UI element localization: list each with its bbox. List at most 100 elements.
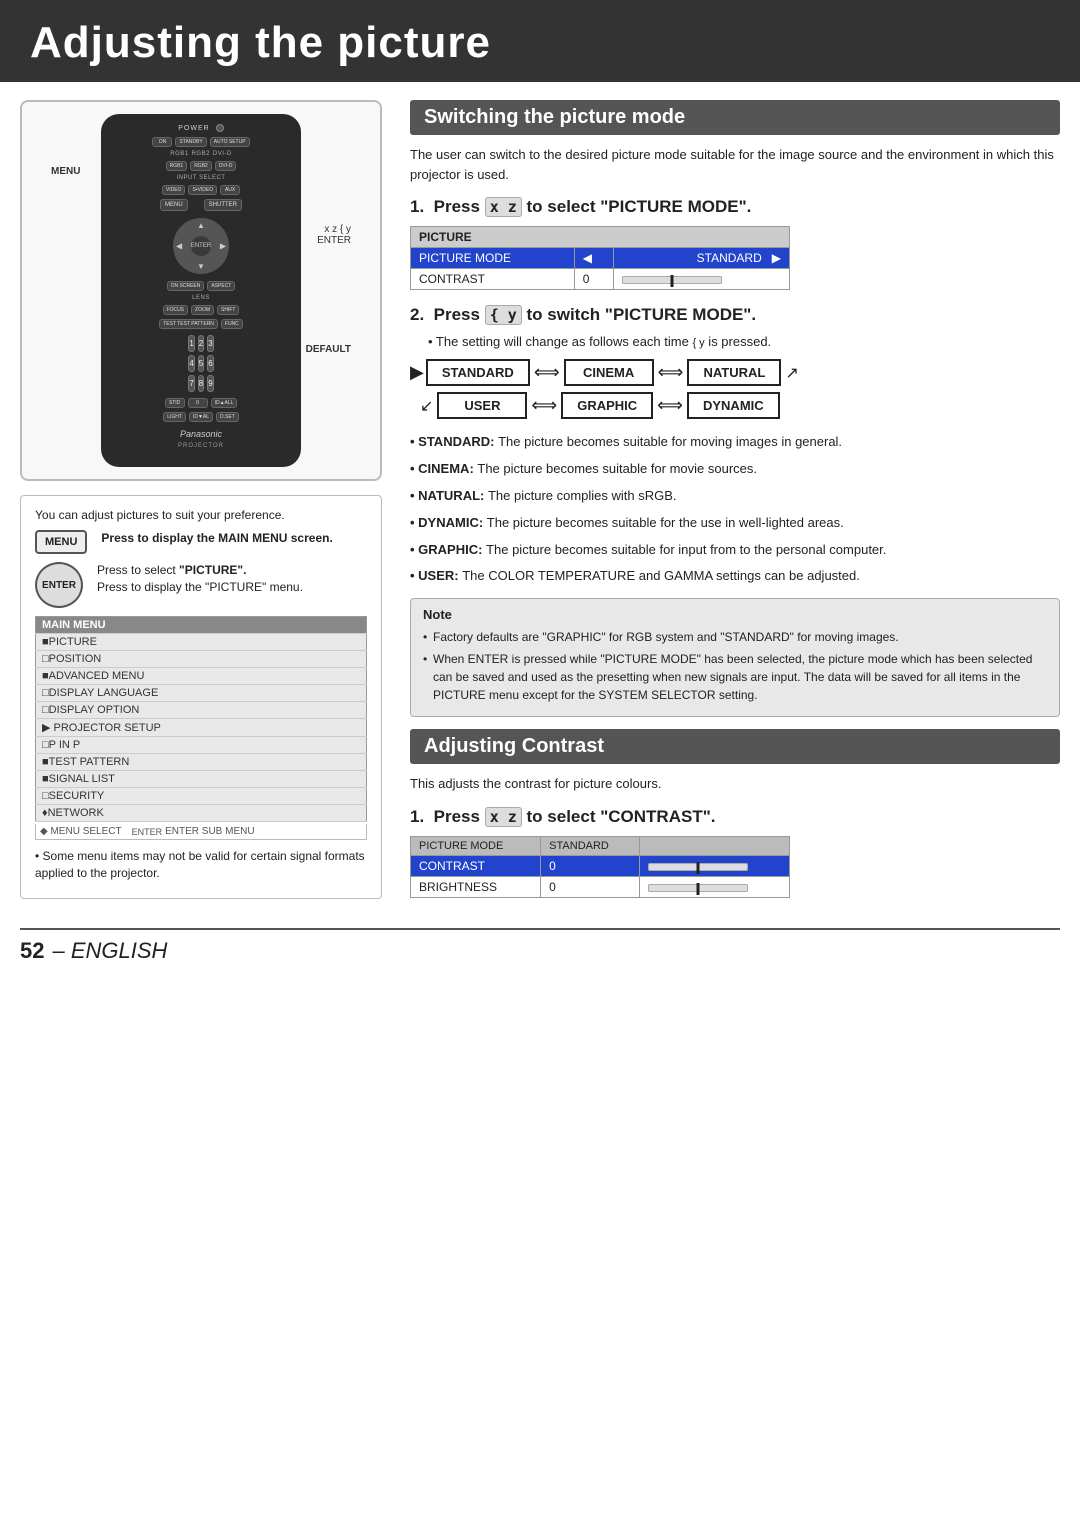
menu-item-position[interactable]: □POSITION [36,651,367,668]
def-cinema: • CINEMA: The picture becomes suitable f… [410,460,1060,479]
pt1-row2-slider [614,269,790,290]
dbl-arrow-1: ⟺ [534,362,560,383]
rgb1-btn[interactable]: RGB1 [166,161,188,171]
focus-btn[interactable]: FOCUS [163,305,189,315]
lens-label: LENS [192,295,210,301]
right-column: Switching the picture mode The user can … [400,100,1060,912]
left-column: MENU x z { y ENTER DEFAULT POWER [20,100,400,912]
instr2-text: Press to select "PICTURE". Press to disp… [97,562,303,596]
num5-btn[interactable]: 5 [198,355,204,372]
on-btn[interactable]: ON [152,137,172,147]
menu-icon-box[interactable]: MENU [35,530,87,554]
mode-standard: STANDARD [426,359,530,386]
rgb2-btn[interactable]: RGB2 [190,161,212,171]
num7-btn[interactable]: 7 [188,375,194,392]
onscreen-aspect-row: ON SCREEN ASPECT [167,281,236,291]
pt1-row2-value: 0 [574,269,613,290]
enter-sym: ENTER [132,827,163,837]
num6-btn[interactable]: 6 [207,355,213,372]
aspect-btn[interactable]: ASPECT [207,281,235,291]
mode-cinema: CINEMA [564,359,654,386]
menu-item-display-opt[interactable]: □DISPLAY OPTION [36,702,367,719]
idall-btn[interactable]: ID▲ALL [211,398,238,408]
dpad-up[interactable]: ▲ [197,221,205,230]
menu-item-projector-setup[interactable]: ▶ PROJECTOR SETUP [36,719,367,737]
light-btn[interactable]: LIGHT [163,412,186,422]
num1-btn[interactable]: 1 [188,335,194,352]
brand-name: Panasonic [180,429,222,439]
menu-item-picture[interactable]: ■PICTURE [36,634,367,651]
section2-header: Adjusting Contrast [410,729,1060,764]
dpad-right[interactable]: ▶ [220,242,226,251]
def-user-label: • USER: [410,568,462,583]
pt1-row1-value: STANDARD ▶ [614,248,790,269]
dpad[interactable]: ▲ ▼ ◀ ▶ ENTER [173,218,229,274]
mode-graphic: GRAPHIC [561,392,653,419]
num9-btn[interactable]: 9 [207,375,213,392]
dpad-left[interactable]: ◀ [176,242,182,251]
stid-btn[interactable]: STID [165,398,185,408]
mode-dynamic: DYNAMIC [687,392,780,419]
menu-item-signal-list[interactable]: ■SIGNAL LIST [36,771,367,788]
rgb2-label: RGB2 [192,151,210,157]
def-natural-text: The picture complies with sRGB. [488,488,677,503]
test-btn[interactable]: TEST TEST PATTERN [159,319,218,329]
enter-icon-box[interactable]: ENTER [35,562,83,608]
power-label: POWER [178,125,209,132]
shutter-btn[interactable]: SHUTTER [204,199,242,211]
video-btn[interactable]: VIDEO [162,185,186,195]
shift-btn[interactable]: SHIFT [217,305,239,315]
rgb1-label: RGB1 [170,151,188,157]
pt2-row-brightness-slider [639,876,789,897]
menu-shutter-row: MENU SHUTTER [160,199,242,211]
num2-btn[interactable]: 2 [198,335,204,352]
menu-item-network[interactable]: ♦NETWORK [36,805,367,822]
brightness-slider [648,884,748,892]
video-row: VIDEO S•VIDEO AUX [162,185,240,195]
instructions-desc: You can adjust pictures to suit your pre… [35,508,367,522]
num8-btn[interactable]: 8 [198,375,204,392]
menu-item-security[interactable]: □SECURITY [36,788,367,805]
pt2-row-brightness-value: 0 [541,876,640,897]
menu-item-test-pattern[interactable]: ■TEST PATTERN [36,754,367,771]
menu-item-display-lang[interactable]: □DISPLAY LANGUAGE [36,685,367,702]
num3-btn[interactable]: 3 [207,335,213,352]
menu-item-advanced[interactable]: ■ADVANCED MENU [36,668,367,685]
brand-sub: PROJECTOR [178,443,224,449]
menu-btn[interactable]: MENU [160,199,188,211]
arrow-r1-end: ↗ [785,363,798,383]
contrast-slider-mark-2 [696,862,699,874]
num4-btn[interactable]: 4 [188,355,194,372]
note-item-1: Factory defaults are "GRAPHIC" for RGB s… [423,628,1047,646]
def-standard: • STANDARD: The picture becomes suitable… [410,433,1060,452]
zero-btn[interactable]: 0 [188,398,208,408]
page-title: Adjusting the picture [30,18,491,67]
brightness-slider-mark [696,883,699,895]
enter-btn[interactable]: ENTER [191,236,211,256]
onscreen-btn[interactable]: ON SCREEN [167,281,205,291]
dset-btn[interactable]: D.SET [216,412,239,422]
page-number: 52 [20,938,44,964]
zoom-btn[interactable]: ZOOM [191,305,214,315]
pt2-row-mode-label: PICTURE MODE [411,836,541,855]
idall2-btn[interactable]: ID▼AL [189,412,213,422]
svideo-btn[interactable]: S•VIDEO [188,185,217,195]
step1-heading: 1. Press x z to select "PICTURE MODE". [410,196,1060,218]
remote-illustration-box: MENU x z { y ENTER DEFAULT POWER [20,100,382,481]
def-cinema-label: • CINEMA: [410,461,477,476]
contrast-slider [622,276,722,284]
def-graphic: • GRAPHIC: The picture becomes suitable … [410,541,1060,560]
arrow-r2-start: ↙ [420,396,433,416]
standby-btn[interactable]: STANDBY [175,137,206,147]
auto-setup-btn[interactable]: AUTO SETUP [210,137,250,147]
menu-item-pip[interactable]: □P IN P [36,737,367,754]
mode-user: USER [437,392,527,419]
id-zero-row: STID 0 ID▲ALL [165,398,238,408]
picture-table-2: PICTURE MODE STANDARD CONTRAST 0 BRIGHTN… [410,836,790,898]
dbl-arrow-2: ⟺ [658,362,684,383]
aux-btn[interactable]: AUX [220,185,240,195]
zy-key-note: { y [692,337,704,349]
func-btn[interactable]: FUNC [221,319,243,329]
dpad-down[interactable]: ▼ [197,262,205,271]
dvid-btn[interactable]: DVI-D [215,161,237,171]
